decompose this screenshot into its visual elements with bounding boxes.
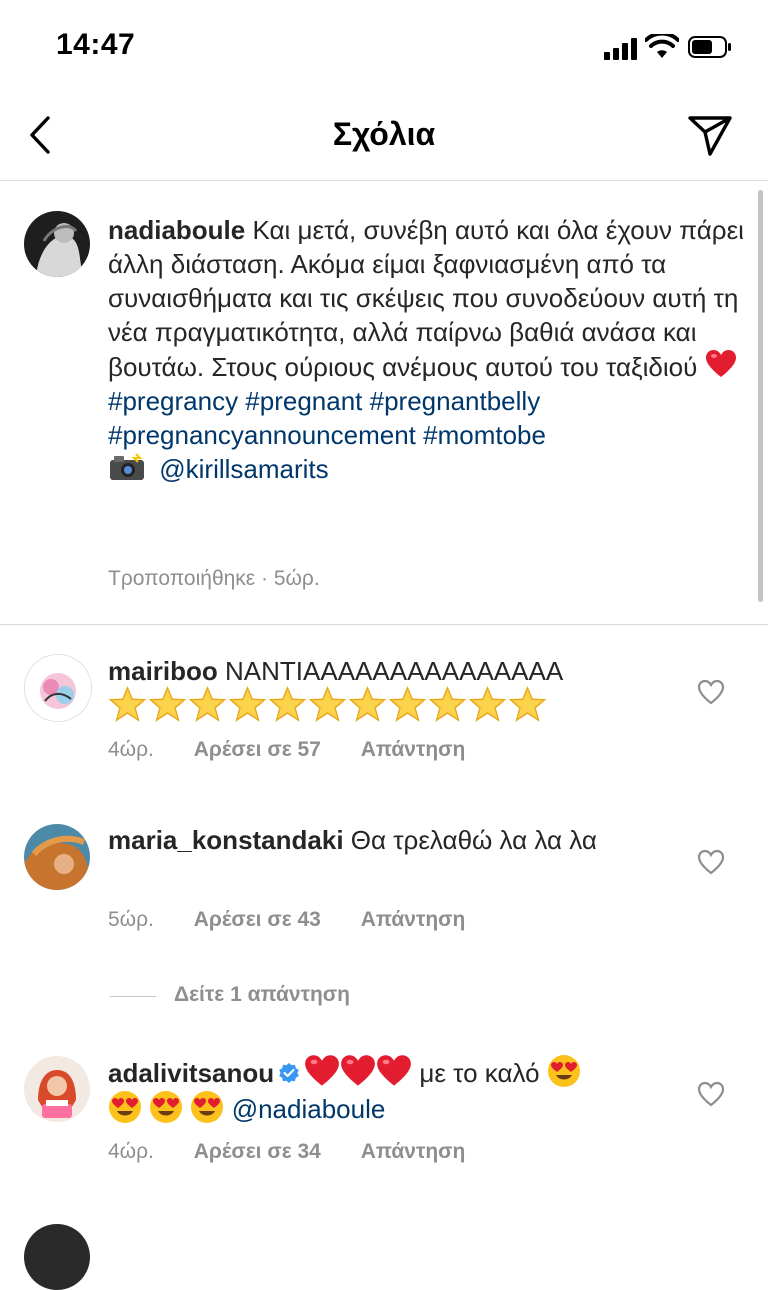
verified-badge-icon bbox=[279, 1063, 299, 1083]
comment-likes[interactable]: Αρέσει σε 43 bbox=[194, 908, 321, 931]
star-emoji-icon bbox=[188, 686, 227, 722]
red-heart-emoji-icon bbox=[377, 1055, 412, 1086]
avatar[interactable] bbox=[24, 824, 90, 890]
star-emoji-icon bbox=[508, 686, 547, 722]
heart-like-icon[interactable] bbox=[697, 1081, 725, 1107]
star-emoji-icon bbox=[388, 686, 427, 722]
page-title: Σχόλια bbox=[332, 116, 436, 152]
heart-eyes-emoji-row-1 bbox=[547, 1055, 581, 1088]
reply-button[interactable]: Απάντηση bbox=[361, 1140, 466, 1163]
heart-eyes-emoji-icon bbox=[109, 1091, 141, 1123]
heart-eyes-emoji-icon bbox=[547, 1055, 580, 1087]
comment-username[interactable]: adalivitsanou bbox=[108, 1058, 274, 1088]
comment-username[interactable]: maria_konstandaki bbox=[108, 825, 344, 855]
status-bar: 14:47 bbox=[0, 0, 768, 90]
star-emoji-icon bbox=[308, 686, 347, 722]
heart-eyes-emoji-icon bbox=[191, 1091, 224, 1123]
comment-body: maria_konstandaki Θα τρελαθώ λα λα λα bbox=[108, 823, 668, 857]
comment-username[interactable]: mairiboo bbox=[108, 656, 218, 686]
caption-body: nadiaboule Και μετά, συνέβη αυτό και όλα… bbox=[108, 213, 744, 486]
red-heart-emoji-icon bbox=[305, 1055, 340, 1086]
caption-meta: Τροποποιήθηκε · 5ώρ. bbox=[108, 567, 320, 590]
view-replies-label: Δείτε 1 απάντηση bbox=[174, 983, 350, 1006]
comment-likes[interactable]: Αρέσει σε 34 bbox=[194, 1140, 321, 1163]
avatar[interactable] bbox=[24, 1056, 90, 1122]
scrollbar[interactable] bbox=[758, 190, 763, 602]
reply-button[interactable]: Απάντηση bbox=[361, 908, 466, 931]
nav-header: Σχόλια bbox=[0, 90, 768, 181]
heart-like-icon[interactable] bbox=[697, 849, 725, 875]
wifi-icon bbox=[645, 34, 679, 58]
star-emoji-icon bbox=[268, 686, 307, 722]
battery-icon bbox=[688, 36, 731, 58]
comment-body: mairiboo ΝΑΝΤΙΑΑΑΑΑΑΑΑΑΑΑΑΑΑΑ bbox=[108, 654, 668, 688]
replies-divider bbox=[110, 996, 156, 997]
comment-time: 4ώρ. bbox=[108, 738, 154, 761]
star-emoji-icon bbox=[428, 686, 467, 722]
comment-meta: 4ώρ. Αρέσει σε 34 Απάντηση bbox=[108, 1140, 499, 1164]
star-emoji-icon bbox=[228, 686, 267, 722]
caption-username[interactable]: nadiaboule bbox=[108, 215, 245, 245]
comment-body: adalivitsanou με το καλό @nadiaboule bbox=[108, 1054, 668, 1126]
reply-button[interactable]: Απάντηση bbox=[361, 738, 466, 761]
heart-eyes-emoji-row-2 bbox=[108, 1091, 224, 1124]
comment-time: 5ώρ. bbox=[108, 908, 154, 931]
camera-flash-emoji-icon bbox=[110, 453, 144, 480]
comment-meta: 4ώρ. Αρέσει σε 57 Απάντηση bbox=[108, 738, 499, 762]
comment-mention[interactable]: @nadiaboule bbox=[232, 1094, 386, 1124]
heart-eyes-emoji-icon bbox=[150, 1091, 183, 1123]
comment-likes[interactable]: Αρέσει σε 57 bbox=[194, 738, 321, 761]
avatar[interactable] bbox=[24, 211, 90, 277]
cellular-signal-icon bbox=[604, 38, 638, 60]
star-emoji-icon bbox=[108, 686, 147, 722]
caption-hashtags-1[interactable]: #pregrancy #pregnant #pregnantbelly bbox=[108, 386, 540, 416]
caption-hashtags-2[interactable]: #pregnancyannouncement #momtobe bbox=[108, 420, 546, 450]
star-emoji-row bbox=[108, 686, 548, 727]
star-emoji-icon bbox=[348, 686, 387, 722]
heart-emoji-row bbox=[304, 1055, 412, 1088]
post-caption: nadiaboule Και μετά, συνέβη αυτό και όλα… bbox=[0, 181, 768, 625]
red-heart-emoji-icon bbox=[341, 1055, 376, 1086]
comment-text: Θα τρελαθώ λα λα λα bbox=[350, 825, 597, 855]
comment-text: ΝΑΝΤΙΑΑΑΑΑΑΑΑΑΑΑΑΑΑΑ bbox=[225, 656, 564, 686]
star-emoji-icon bbox=[468, 686, 507, 722]
avatar[interactable] bbox=[24, 654, 92, 722]
comment-time: 4ώρ. bbox=[108, 1140, 154, 1163]
status-time: 14:47 bbox=[56, 28, 136, 61]
star-emoji-icon bbox=[148, 686, 187, 722]
red-heart-emoji-icon bbox=[705, 350, 736, 377]
heart-like-icon[interactable] bbox=[697, 679, 725, 705]
caption-mention[interactable]: @kirillsamarits bbox=[159, 454, 328, 484]
avatar[interactable] bbox=[24, 1224, 90, 1290]
send-icon[interactable] bbox=[686, 112, 734, 158]
comment-text: με το καλό bbox=[419, 1058, 540, 1088]
comment-meta: 5ώρ. Αρέσει σε 43 Απάντηση bbox=[108, 908, 499, 932]
